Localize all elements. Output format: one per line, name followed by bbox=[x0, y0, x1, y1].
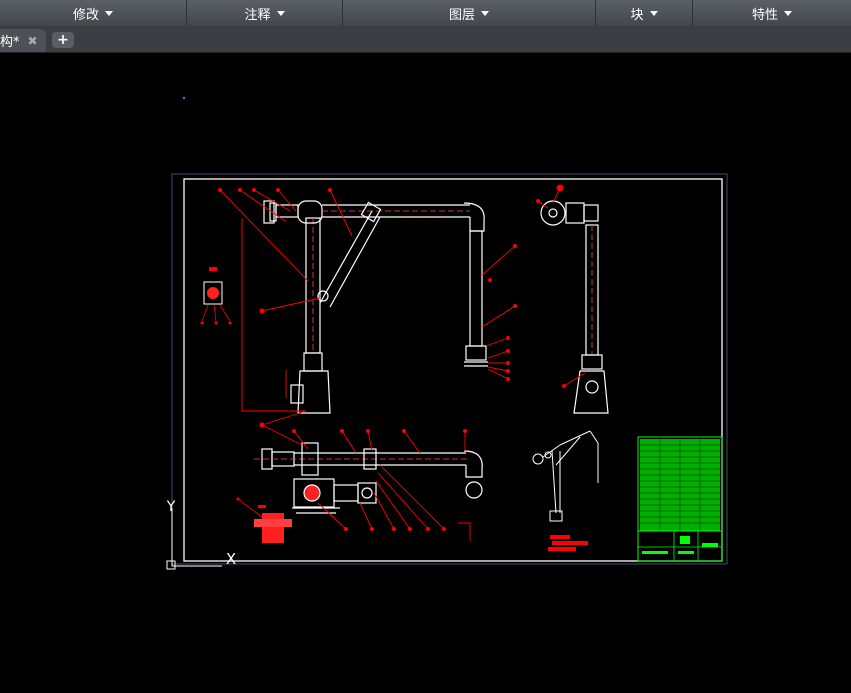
document-tab[interactable]: 构* ✖ bbox=[0, 29, 46, 52]
menu-annotate-label: 注释 bbox=[244, 7, 271, 23]
plus-icon: + bbox=[57, 32, 69, 48]
chevron-down-icon bbox=[649, 10, 658, 16]
menu-block-label: 块 bbox=[630, 7, 644, 23]
drawing-canvas[interactable]: Y X bbox=[0, 53, 851, 689]
chevron-down-icon bbox=[105, 10, 113, 16]
menu-block[interactable]: 块 bbox=[596, 0, 693, 26]
title-block bbox=[637, 436, 723, 562]
chevron-down-icon bbox=[276, 10, 285, 16]
side-view-annotations bbox=[536, 184, 586, 388]
isometric-view bbox=[532, 430, 599, 522]
menu-modify[interactable]: 修改 bbox=[0, 0, 187, 26]
front-view-annotations bbox=[218, 188, 517, 428]
stray-point bbox=[182, 96, 186, 100]
detail-view-bottom bbox=[236, 497, 292, 543]
menu-properties-label: 特性 bbox=[751, 7, 778, 23]
document-tab-bar: 构* ✖ + bbox=[0, 26, 851, 53]
menu-layers[interactable]: 图层 bbox=[343, 0, 596, 26]
chevron-down-icon bbox=[784, 10, 792, 16]
menu-annotate[interactable]: 注释 bbox=[187, 0, 343, 26]
menu-layers-label: 图层 bbox=[448, 7, 475, 23]
close-icon[interactable]: ✖ bbox=[28, 34, 38, 48]
chevron-down-icon bbox=[481, 10, 489, 16]
detail-view-left bbox=[200, 267, 232, 325]
menu-properties[interactable]: 特性 bbox=[693, 0, 851, 26]
top-view bbox=[254, 442, 483, 514]
ribbon-panel-bar: 修改 注释 图层 块 特性 bbox=[0, 0, 851, 27]
menu-modify-label: 修改 bbox=[72, 7, 99, 23]
new-tab-button[interactable]: + bbox=[52, 32, 74, 48]
drawing-viewport: Y X bbox=[166, 96, 728, 570]
front-view bbox=[263, 200, 488, 414]
ucs-y-label: Y bbox=[166, 499, 176, 515]
side-view bbox=[540, 200, 609, 414]
document-tab-label: 构* bbox=[0, 35, 20, 50]
isometric-labels bbox=[548, 535, 588, 551]
ucs-icon: Y X bbox=[166, 499, 236, 570]
ucs-x-label: X bbox=[226, 550, 236, 568]
